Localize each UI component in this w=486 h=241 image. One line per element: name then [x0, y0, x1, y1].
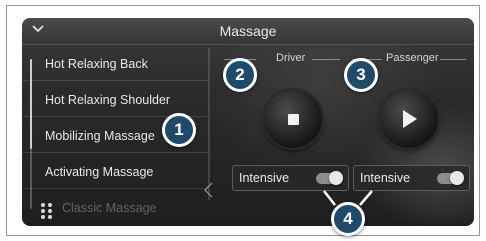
callout-leader-lines — [323, 190, 373, 206]
